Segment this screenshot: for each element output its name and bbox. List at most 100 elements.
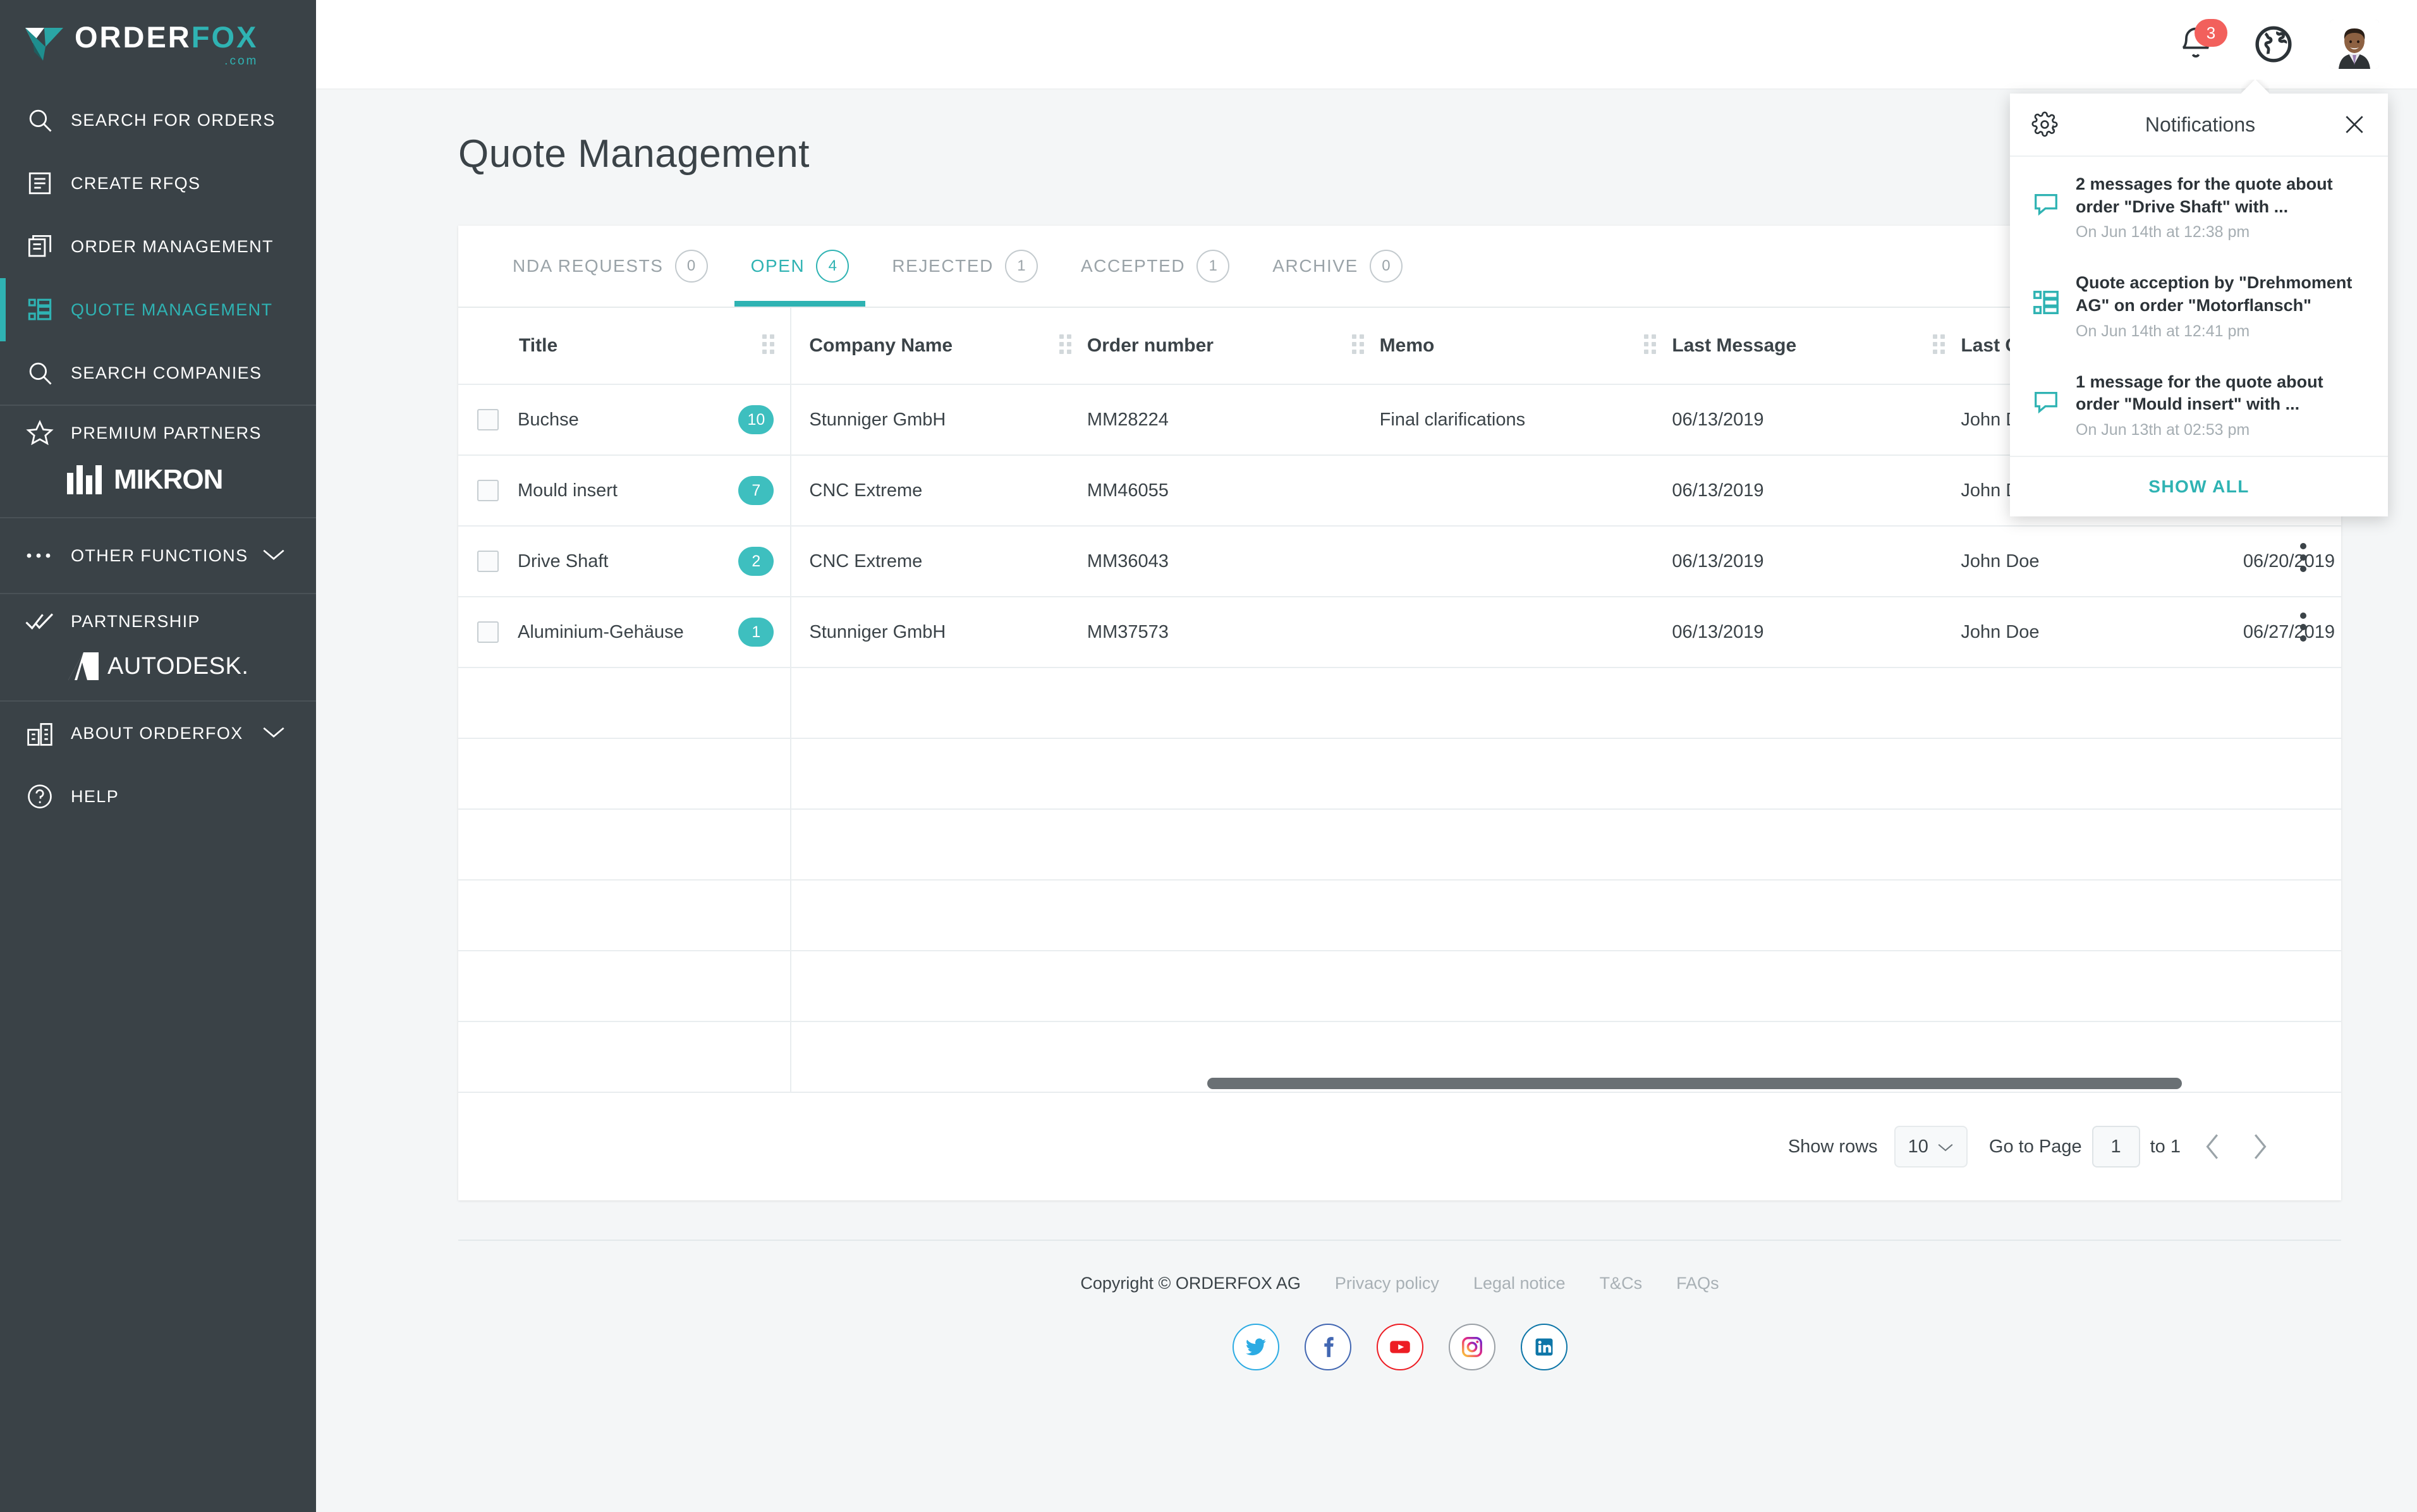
cell-last-message: 06/13/2019 — [1672, 384, 1961, 455]
sidebar-item-premium-partners[interactable]: PREMIUM PARTNERS — [0, 406, 316, 460]
sidebar-item-search-companies[interactable]: SEARCH COMPANIES — [0, 341, 316, 405]
rows-per-page-select[interactable]: 10 — [1894, 1126, 1968, 1168]
cell-empty — [791, 809, 1087, 880]
twitter-icon[interactable] — [1233, 1324, 1279, 1370]
column-order-number[interactable]: Order number — [1087, 308, 1380, 384]
sidebar-item-create-rfqs[interactable]: CREATE RFQS — [0, 152, 316, 215]
youtube-icon[interactable] — [1377, 1324, 1423, 1370]
tab-accepted[interactable]: ACCEPTED 1 — [1059, 226, 1251, 307]
autodesk-logo[interactable]: AUTODESK. — [0, 649, 316, 700]
row-order-number: MM37573 — [1087, 622, 1169, 643]
row-checkbox[interactable] — [477, 621, 499, 643]
linkedin-icon[interactable] — [1521, 1324, 1568, 1370]
column-last-message[interactable]: Last Message — [1672, 308, 1961, 384]
sidebar-item-other-functions[interactable]: OTHER FUNCTIONS — [0, 518, 316, 593]
row-menu-button[interactable] — [2265, 523, 2341, 592]
row-checkbox[interactable] — [477, 409, 499, 430]
horizontal-scrollbar[interactable] — [1207, 1078, 2278, 1089]
chevron-down-icon[interactable] — [262, 547, 286, 564]
notifications-close-button[interactable] — [2342, 113, 2366, 137]
language-globe-button[interactable] — [2254, 25, 2293, 64]
table-empty-row — [458, 738, 2341, 809]
autodesk-wordmark: AUTODESK. — [107, 653, 248, 680]
question-circle-icon — [23, 779, 57, 814]
cell-company: Stunniger GmbH — [791, 597, 1087, 668]
cell-last-message: 06/13/2019 — [1672, 526, 1961, 597]
sidebar-item-quote-management[interactable]: QUOTE MANAGEMENT — [0, 278, 316, 341]
sidebar-item-search-for-orders[interactable]: SEARCH FOR ORDERS — [0, 88, 316, 152]
chevron-down-icon[interactable] — [262, 725, 286, 742]
logo-domain: .com — [224, 55, 258, 67]
sidebar-item-order-management[interactable]: ORDER MANAGEMENT — [0, 215, 316, 278]
cell-empty — [2253, 809, 2341, 880]
tab-nda-requests[interactable]: NDA REQUESTS 0 — [491, 226, 729, 307]
close-icon — [2342, 113, 2366, 137]
instagram-icon[interactable] — [1449, 1324, 1495, 1370]
column-resize-handle[interactable] — [762, 334, 781, 357]
show-rows-label: Show rows — [1788, 1137, 1878, 1157]
column-resize-handle[interactable] — [1352, 334, 1371, 357]
column-resize-handle[interactable] — [1059, 334, 1078, 357]
notifications-show-all-button[interactable]: SHOW ALL — [2010, 456, 2388, 516]
column-title[interactable]: Title — [458, 308, 791, 384]
table-row[interactable]: Aluminium-Gehäuse 1 Stunniger GmbH MM375… — [458, 597, 2341, 668]
notification-count-badge: 3 — [2195, 19, 2227, 47]
footer-link-tcs[interactable]: T&Cs — [1600, 1274, 1643, 1293]
next-page-button[interactable] — [2236, 1123, 2283, 1170]
tab-archive[interactable]: ARCHIVE 0 — [1251, 226, 1424, 307]
row-menu-button[interactable] — [2265, 592, 2341, 662]
cell-empty — [1087, 738, 1380, 809]
cell-last-contact: John Doe — [1961, 526, 2253, 597]
notification-item[interactable]: 2 messages for the quote about order "Dr… — [2010, 157, 2388, 255]
chevron-right-icon — [2250, 1133, 2269, 1161]
main-area: 3 — [316, 0, 2417, 1512]
table-empty-row — [458, 809, 2341, 880]
column-resize-handle[interactable] — [1933, 334, 1952, 357]
notification-time: On Jun 14th at 12:41 pm — [2076, 322, 2365, 341]
tab-rejected[interactable]: REJECTED 1 — [870, 226, 1059, 307]
notification-item[interactable]: 1 message for the quote about order "Mou… — [2010, 355, 2388, 453]
notification-item[interactable]: Quote acception by "Drehmoment AG" on or… — [2010, 255, 2388, 354]
prev-page-button[interactable] — [2189, 1123, 2236, 1170]
row-title: Aluminium-Gehäuse — [518, 622, 684, 643]
table-row[interactable]: Drive Shaft 2 CNC Extreme MM36043 06/13/… — [458, 526, 2341, 597]
scrollbar-thumb[interactable] — [1207, 1078, 2182, 1089]
cell-empty — [458, 880, 791, 951]
user-avatar[interactable] — [2330, 20, 2379, 69]
tab-count: 0 — [1370, 250, 1403, 283]
column-memo[interactable]: Memo — [1380, 308, 1672, 384]
row-message-count-badge: 10 — [738, 405, 774, 434]
building-icon — [23, 716, 57, 750]
sidebar-item-about-orderfox[interactable]: ABOUT ORDERFOX — [0, 702, 316, 765]
avatar-image — [2330, 20, 2379, 69]
cell-empty — [2253, 738, 2341, 809]
facebook-icon[interactable] — [1305, 1324, 1351, 1370]
row-checkbox[interactable] — [477, 480, 499, 501]
cell-empty — [791, 738, 1087, 809]
row-last-message: 06/13/2019 — [1672, 410, 1763, 430]
sidebar-item-help[interactable]: HELP — [0, 765, 316, 828]
table-empty-row — [458, 880, 2341, 951]
row-title: Drive Shaft — [518, 551, 608, 572]
cell-empty — [1672, 738, 1961, 809]
column-resize-handle[interactable] — [1644, 334, 1663, 357]
cell-last-message: 06/13/2019 — [1672, 455, 1961, 526]
sidebar-item-partnership[interactable]: PARTNERSHIP — [0, 594, 316, 649]
notifications-settings-button[interactable] — [2031, 111, 2058, 138]
row-checkbox[interactable] — [477, 551, 499, 572]
notifications-bell-button[interactable]: 3 — [2177, 24, 2217, 64]
row-company: Stunniger GmbH — [809, 622, 946, 643]
mikron-logo[interactable]: MIKRON — [0, 460, 316, 517]
footer-link-faqs[interactable]: FAQs — [1676, 1274, 1719, 1293]
tab-label: OPEN — [751, 256, 805, 276]
sidebar-item-label: SEARCH FOR ORDERS — [71, 111, 276, 130]
footer-link-privacy-policy[interactable]: Privacy policy — [1335, 1274, 1439, 1293]
cell-title: Drive Shaft 2 — [458, 526, 791, 597]
tab-open[interactable]: OPEN 4 — [729, 226, 871, 307]
row-order-number: MM28224 — [1087, 410, 1169, 430]
cell-empty — [1087, 880, 1380, 951]
footer-link-legal-notice[interactable]: Legal notice — [1473, 1274, 1566, 1293]
column-company-name[interactable]: Company Name — [791, 308, 1087, 384]
page-number-input[interactable] — [2092, 1126, 2140, 1168]
app-logo[interactable]: ORDERFOX .com — [0, 0, 316, 88]
